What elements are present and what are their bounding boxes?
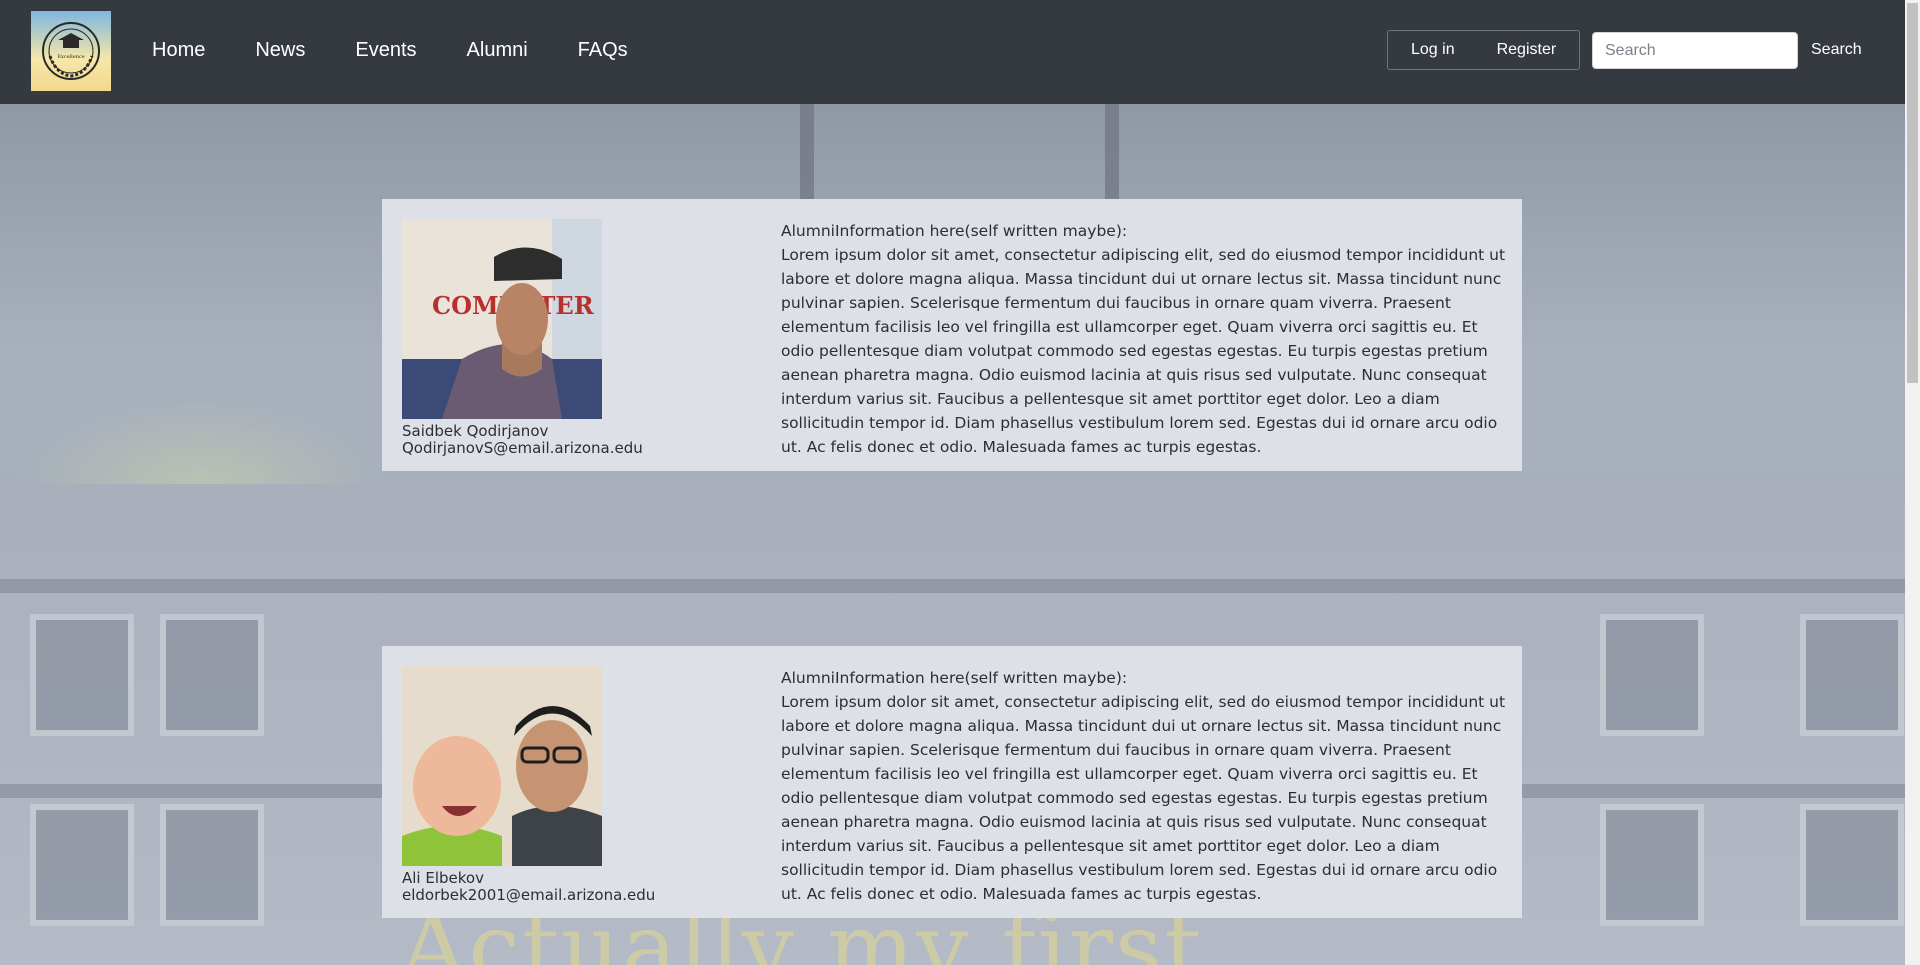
nav-events[interactable]: Events — [355, 39, 416, 62]
alumni-email[interactable]: eldorbek2001@email.arizona.edu — [402, 886, 655, 904]
info-heading: AlumniInformation here(self written mayb… — [781, 222, 1128, 240]
info-body: Lorem ipsum dolor sit amet, consectetur … — [781, 693, 1506, 903]
nav-news[interactable]: News — [255, 39, 305, 62]
search-input[interactable] — [1592, 32, 1798, 69]
info-heading: AlumniInformation here(self written mayb… — [781, 669, 1128, 687]
site-logo[interactable]: Excellence — [31, 11, 111, 91]
navbar: Excellence Home News Events Alumni FAQs … — [0, 0, 1905, 104]
scrollbar-thumb[interactable] — [1907, 3, 1918, 383]
alumni-email[interactable]: QodirjanovS@email.arizona.edu — [402, 439, 643, 457]
register-button[interactable]: Register — [1497, 41, 1557, 59]
nav-links: Home News Events Alumni FAQs — [152, 0, 678, 100]
login-button[interactable]: Log in — [1411, 41, 1455, 59]
crest-icon: Excellence — [42, 22, 100, 80]
nav-alumni[interactable]: Alumni — [467, 39, 528, 62]
alumni-info: AlumniInformation here(self written mayb… — [781, 219, 1506, 459]
svg-text:Excellence: Excellence — [57, 54, 84, 60]
page-scrollbar[interactable] — [1905, 0, 1920, 965]
alumni-card: Ali Elbekov eldorbek2001@email.arizona.e… — [382, 646, 1522, 918]
alumni-card: COMPUTER SCIENCE Saidbek Qodirjanov Qodi… — [382, 199, 1522, 471]
info-body: Lorem ipsum dolor sit amet, consectetur … — [781, 246, 1506, 456]
nav-home[interactable]: Home — [152, 39, 205, 62]
alumni-name: Saidbek Qodirjanov — [402, 422, 549, 440]
auth-button-group: Log in Register — [1387, 30, 1580, 70]
alumni-name: Ali Elbekov — [402, 869, 484, 887]
alumni-photo: COMPUTER SCIENCE — [402, 219, 602, 419]
alumni-photo — [402, 666, 602, 866]
search-button[interactable]: Search — [1811, 41, 1862, 59]
alumni-info: AlumniInformation here(self written mayb… — [781, 666, 1506, 906]
nav-faqs[interactable]: FAQs — [578, 39, 628, 62]
